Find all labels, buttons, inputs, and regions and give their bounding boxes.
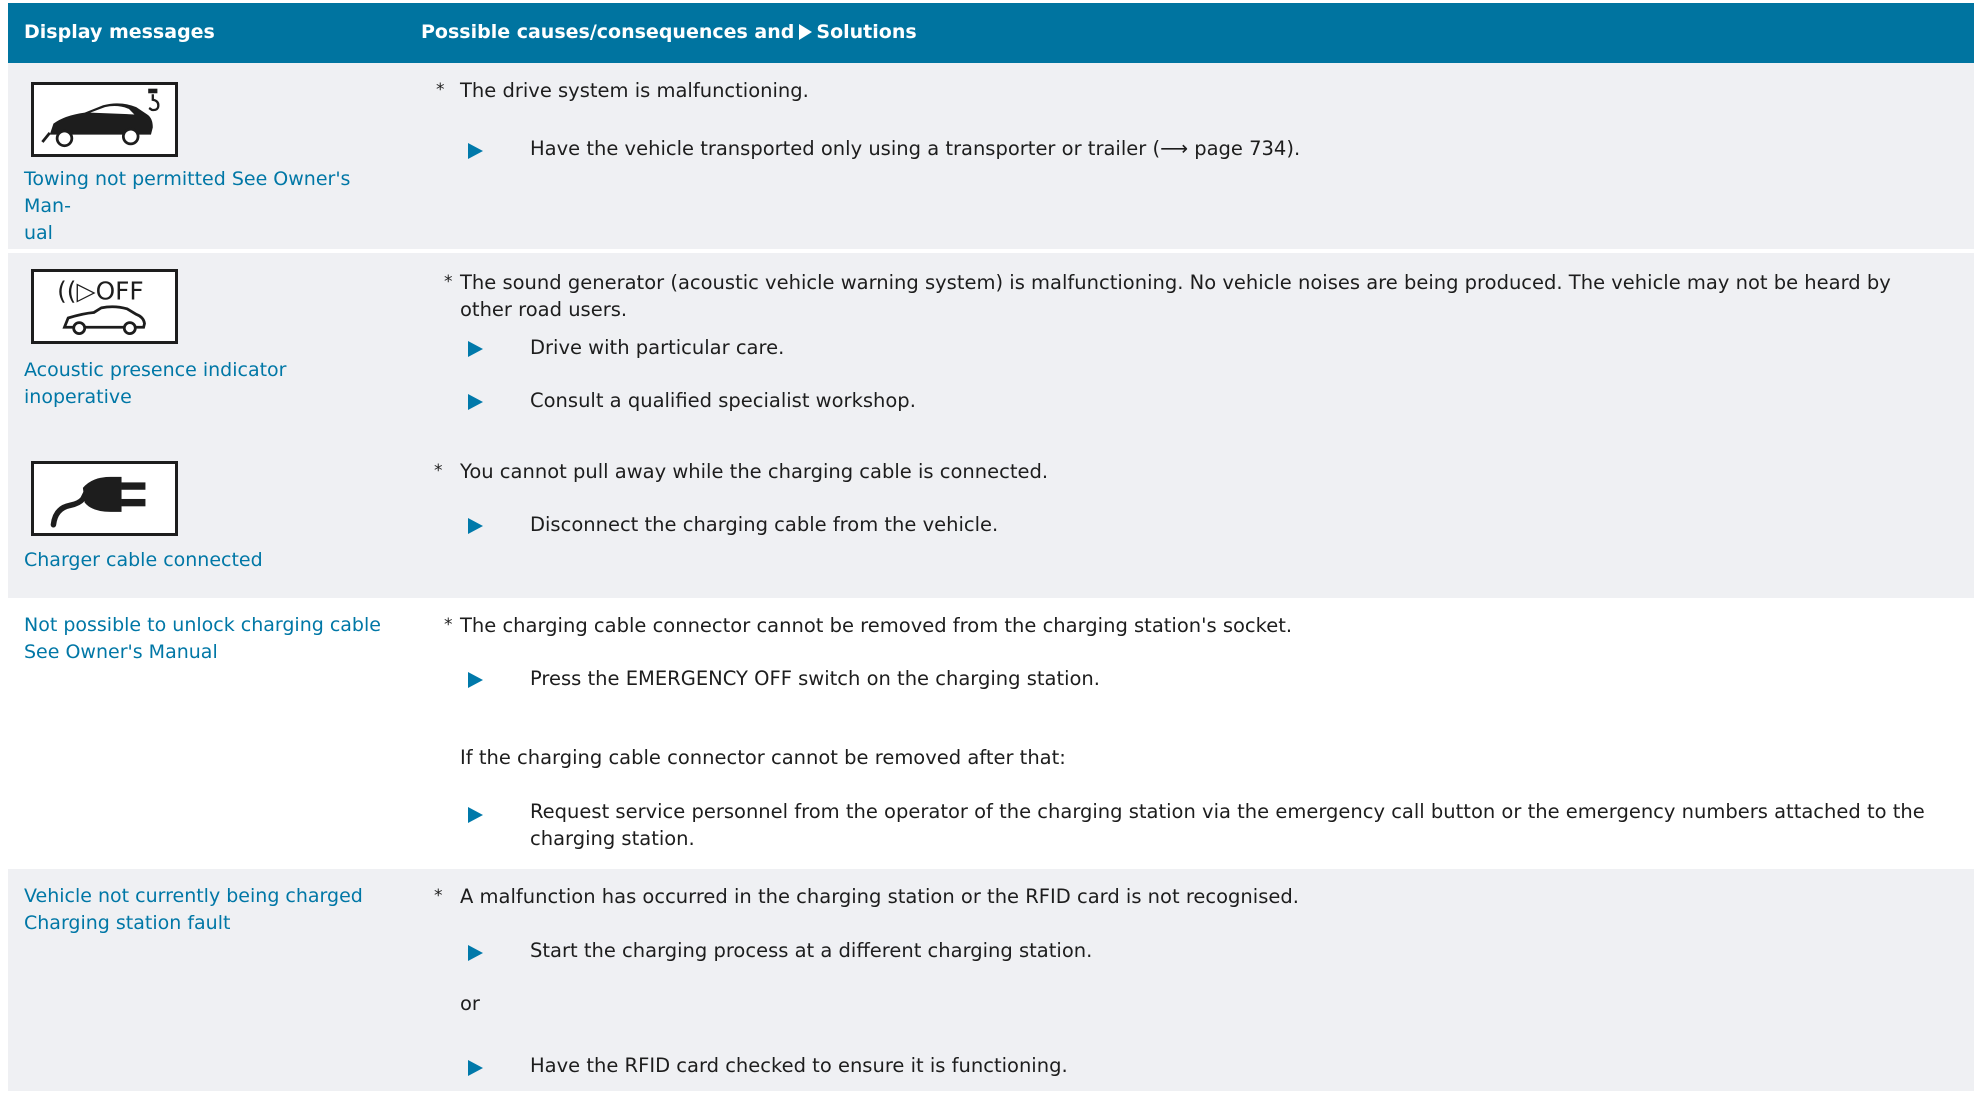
cause-bullet: * xyxy=(434,461,443,481)
cause-bullet: * xyxy=(444,615,453,635)
solution-text: Have the vehicle transported only using … xyxy=(530,137,1301,160)
cause-text: A malfunction has occurred in the chargi… xyxy=(460,885,1299,908)
acoustic-off-car-icon: ((▷OFF xyxy=(31,269,178,344)
solution-arrow-icon xyxy=(468,394,483,410)
note-text: If the charging cable connector cannot b… xyxy=(460,746,1066,769)
cause-bullet: * xyxy=(436,80,445,100)
cause-text: You cannot pull away while the charging … xyxy=(460,460,1049,483)
solution-text: Disconnect the charging cable from the v… xyxy=(530,513,999,536)
svg-text:((▷OFF: ((▷OFF xyxy=(57,277,144,306)
header-display-messages: Display messages xyxy=(24,21,215,43)
table-row: Towing not permitted See Owner's Man- ua… xyxy=(8,63,1974,249)
display-messages-table: Display messages Possible causes/consequ… xyxy=(8,3,1974,1091)
message-unable-unlock-cable: Not possible to unlock charging cable Se… xyxy=(24,614,381,663)
solution-arrow-icon xyxy=(468,341,483,357)
solution-text: Have the RFID card checked to ensure it … xyxy=(530,1054,1068,1077)
cause-text: The drive system is malfunctioning. xyxy=(460,79,809,102)
solution-text: Press the EMERGENCY OFF switch on the ch… xyxy=(530,667,1100,690)
solution-arrow-icon xyxy=(468,807,483,823)
solution-arrow-icon xyxy=(468,1060,483,1076)
solution-arrow-icon xyxy=(468,143,483,159)
table-row: Charger cable connected * You cannot pul… xyxy=(8,441,1974,598)
tow-truck-car-icon xyxy=(31,82,178,157)
header-causes-text: Possible causes/consequences and xyxy=(421,21,795,43)
solution-arrow-icon xyxy=(468,945,483,961)
header-solutions-text: Solutions xyxy=(816,21,917,43)
table-header: Display messages Possible causes/consequ… xyxy=(8,3,1974,63)
solution-text: Start the charging process at a differen… xyxy=(530,939,1093,962)
solution-text: Request service personnel from the opera… xyxy=(530,800,1925,850)
charging-plug-icon xyxy=(31,461,178,536)
message-towing-not-permitted: Towing not permitted See Owner's Man- ua… xyxy=(24,168,351,244)
solution-text: Consult a qualified specialist workshop. xyxy=(530,389,916,412)
solution-arrow-icon xyxy=(799,24,813,40)
cause-bullet: * xyxy=(434,886,443,906)
solution-arrow-icon xyxy=(468,672,483,688)
table-row: Vehicle not currently being charged Char… xyxy=(8,869,1974,1091)
message-acoustic-presence: Acoustic presence indicator inoperative xyxy=(24,359,287,408)
table-row: ((▷OFF Acoustic presence indicator inope… xyxy=(8,253,1974,441)
message-charger-cable-connected: Charger cable connected xyxy=(24,549,263,571)
cause-text: The charging cable connector cannot be r… xyxy=(460,614,1293,637)
table-row: Not possible to unlock charging cable Se… xyxy=(8,598,1974,869)
solution-arrow-icon xyxy=(468,518,483,534)
solution-text: Drive with particular care. xyxy=(530,336,785,359)
header-causes-solutions: Possible causes/consequences and Solution… xyxy=(421,21,917,43)
cause-bullet: * xyxy=(444,272,453,292)
or-text: or xyxy=(460,992,480,1015)
cause-text: The sound generator (acoustic vehicle wa… xyxy=(460,271,1891,321)
message-vehicle-not-charged: Vehicle not currently being charged Char… xyxy=(24,885,363,934)
